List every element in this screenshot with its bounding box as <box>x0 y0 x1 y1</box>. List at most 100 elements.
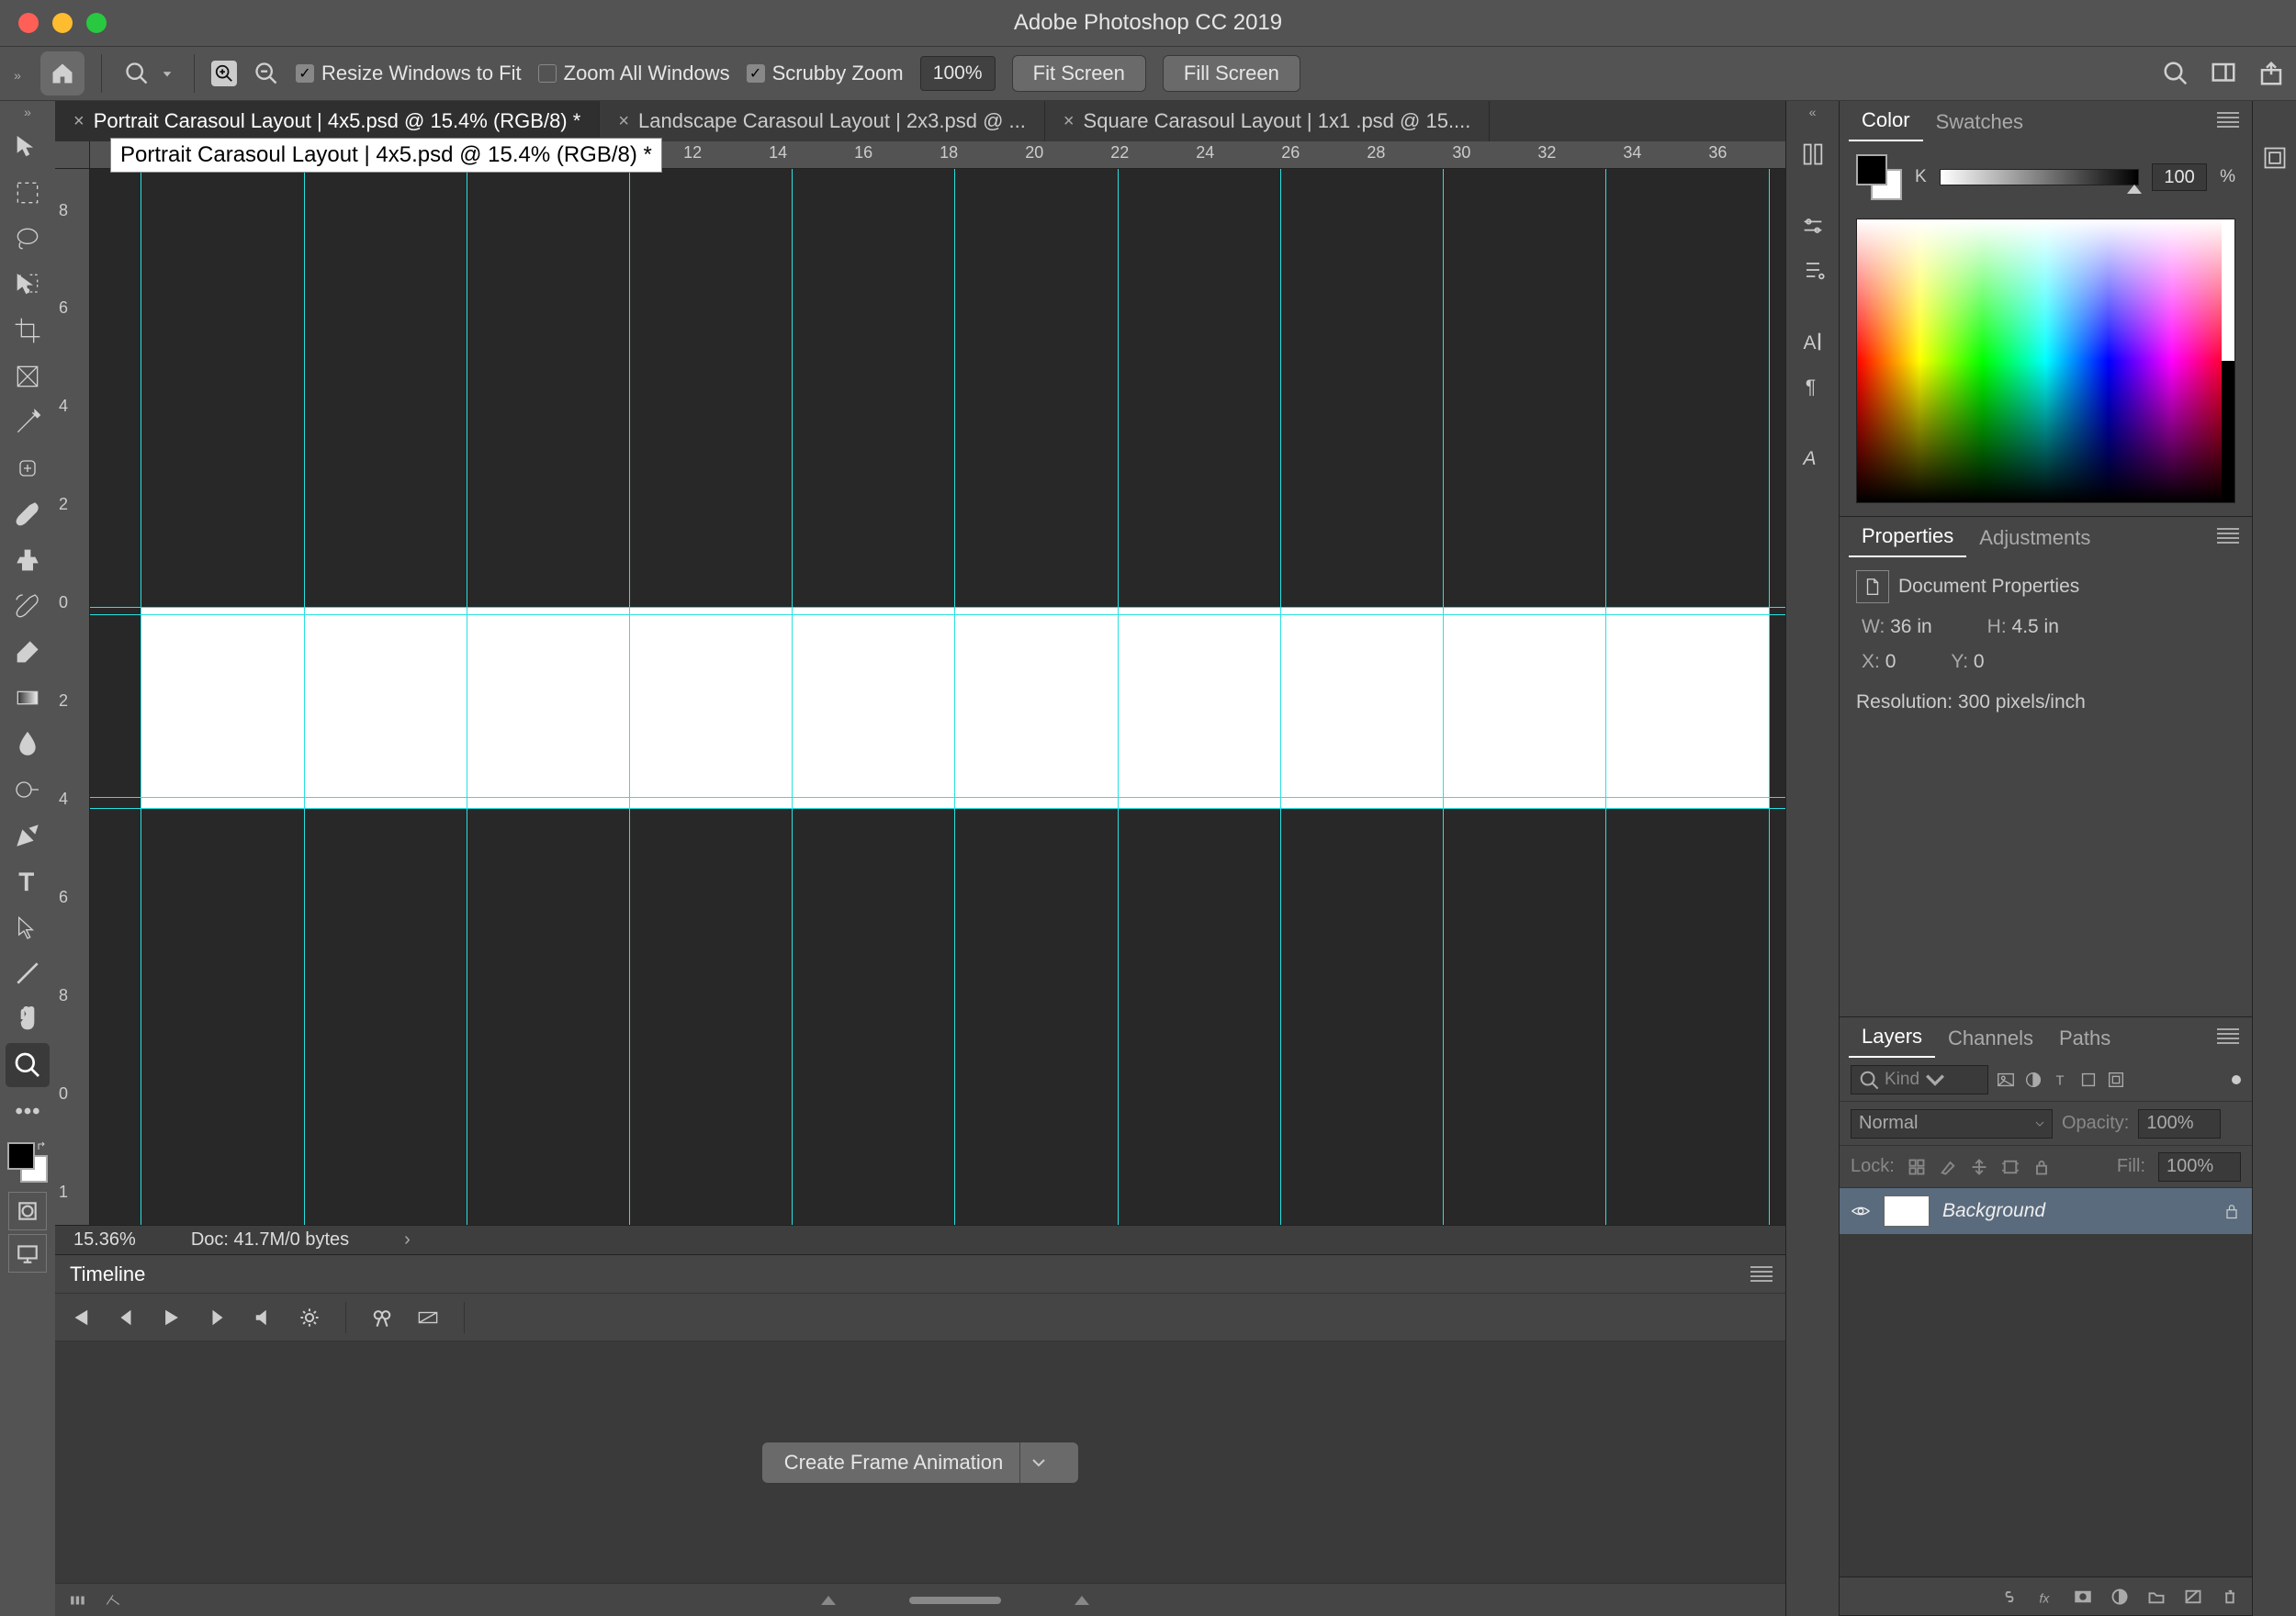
vertical-guide[interactable] <box>792 169 793 1225</box>
collapse-tools-icon[interactable]: » <box>24 105 31 123</box>
collapse-left-icon[interactable]: » <box>11 64 24 83</box>
gradient-tool[interactable] <box>6 676 50 720</box>
zoom-tool[interactable] <box>6 1043 50 1087</box>
filter-adjustment-icon[interactable] <box>2023 1070 2043 1090</box>
zoom-in-icon[interactable] <box>211 61 237 86</box>
status-doc-size[interactable]: Doc: 41.7M/0 bytes <box>191 1229 349 1251</box>
vertical-guide[interactable] <box>954 169 955 1225</box>
workspace-icon[interactable] <box>2210 60 2237 87</box>
frames-icon[interactable] <box>70 1592 86 1609</box>
eraser-tool[interactable] <box>6 630 50 674</box>
home-button[interactable] <box>40 51 84 95</box>
delete-layer-icon[interactable] <box>2221 1588 2239 1606</box>
edit-toolbar[interactable] <box>6 1089 50 1133</box>
lock-position-icon[interactable] <box>1970 1158 1988 1176</box>
libraries-panel-icon[interactable] <box>1793 134 1833 174</box>
lock-artboard-icon[interactable] <box>2001 1158 2020 1176</box>
type-tool[interactable]: T <box>6 859 50 903</box>
filter-smartobj-icon[interactable] <box>2106 1070 2126 1090</box>
create-frame-animation-button[interactable]: Create Frame Animation <box>762 1442 1078 1483</box>
vertical-guide[interactable] <box>1443 169 1444 1225</box>
document-tab-2[interactable]: × Landscape Carasoul Layout | 2x3.psd @ … <box>600 101 1045 141</box>
lock-icon[interactable] <box>2223 1202 2241 1220</box>
document-tab-3[interactable]: × Square Carasoul Layout | 1x1 .psd @ 15… <box>1045 101 1491 141</box>
quick-select-tool[interactable] <box>6 263 50 307</box>
fit-screen-button[interactable]: Fit Screen <box>1012 55 1146 92</box>
layers-tab[interactable]: Layers <box>1849 1017 1935 1058</box>
foreground-color-swatch[interactable] <box>7 1142 35 1170</box>
layer-thumbnail[interactable] <box>1884 1195 1930 1227</box>
new-layer-icon[interactable] <box>2184 1588 2202 1606</box>
adjustment-layer-icon[interactable] <box>2110 1588 2129 1606</box>
ruler-corner[interactable] <box>55 141 90 169</box>
maximize-icon[interactable] <box>86 13 107 33</box>
prev-frame-icon[interactable] <box>116 1307 136 1328</box>
clone-stamp-tool[interactable] <box>6 538 50 582</box>
color-fg-bg-swatch[interactable] <box>1856 154 1902 200</box>
eyedropper-tool[interactable] <box>6 400 50 444</box>
render-icon[interactable] <box>105 1592 121 1609</box>
dodge-tool[interactable] <box>6 768 50 812</box>
properties-tab[interactable]: Properties <box>1849 517 1966 557</box>
vertical-ruler[interactable]: 86420246801 <box>55 169 90 1225</box>
lock-pixels-icon[interactable] <box>1908 1158 1926 1176</box>
vertical-guide[interactable] <box>1605 169 1606 1225</box>
settings-icon[interactable] <box>299 1307 320 1328</box>
hand-tool[interactable] <box>6 997 50 1041</box>
layer-row[interactable]: Background <box>1840 1188 2252 1234</box>
character-panel-icon[interactable]: A <box>1793 321 1833 362</box>
share-icon[interactable] <box>2257 60 2285 87</box>
layer-filter-kind[interactable]: Kind <box>1851 1065 1988 1094</box>
zoom-all-checkbox[interactable]: Zoom All Windows <box>538 62 730 85</box>
quick-mask-mode[interactable] <box>8 1192 47 1230</box>
adjustments-panel-icon[interactable] <box>1793 206 1833 246</box>
canvas-area[interactable]: 12141618202224262830323436 86420246801 <box>55 141 1785 1225</box>
horizontal-guide[interactable] <box>90 607 1785 608</box>
lock-all-icon[interactable] <box>2032 1158 2051 1176</box>
opacity-input[interactable]: 100% <box>2138 1109 2221 1139</box>
horizontal-guide[interactable] <box>90 614 1785 615</box>
horizontal-guide[interactable] <box>90 797 1785 798</box>
vertical-guide[interactable] <box>1280 169 1281 1225</box>
foreground-background-colors[interactable] <box>6 1140 50 1184</box>
vertical-guide[interactable] <box>1769 169 1770 1225</box>
paragraph-panel-icon[interactable]: ¶ <box>1793 365 1833 406</box>
lasso-tool[interactable] <box>6 217 50 261</box>
blur-tool[interactable] <box>6 722 50 766</box>
screen-mode[interactable] <box>8 1234 47 1273</box>
horizontal-guide[interactable] <box>90 808 1785 809</box>
panel-menu-icon[interactable] <box>2217 112 2239 125</box>
search-icon[interactable] <box>2162 60 2189 87</box>
timeline-scroll[interactable] <box>140 1594 1771 1607</box>
vertical-guide[interactable] <box>629 169 630 1225</box>
frame-tool[interactable] <box>6 354 50 398</box>
paths-tab[interactable]: Paths <box>2046 1019 2123 1058</box>
filter-toggle[interactable] <box>2232 1075 2241 1084</box>
dropdown-icon[interactable] <box>163 67 172 80</box>
panel-menu-icon[interactable] <box>1750 1266 1773 1279</box>
mute-icon[interactable] <box>253 1307 274 1328</box>
filter-type-icon[interactable]: T <box>2051 1070 2071 1090</box>
marquee-tool[interactable] <box>6 171 50 215</box>
first-frame-icon[interactable] <box>70 1307 90 1328</box>
filter-image-icon[interactable] <box>1996 1070 2016 1090</box>
styles-panel-icon[interactable] <box>1793 250 1833 290</box>
line-tool[interactable] <box>6 951 50 995</box>
adjustments-tab[interactable]: Adjustments <box>1966 519 2103 557</box>
zoom-out-icon[interactable] <box>253 61 279 86</box>
blend-mode-dropdown[interactable]: Normal <box>1851 1109 2053 1139</box>
group-icon[interactable] <box>2147 1588 2166 1606</box>
move-tool[interactable] <box>6 125 50 169</box>
crop-tool[interactable] <box>6 309 50 353</box>
dropdown-icon[interactable] <box>1019 1442 1056 1483</box>
history-brush-tool[interactable] <box>6 584 50 628</box>
pen-tool[interactable] <box>6 814 50 858</box>
color-spectrum[interactable] <box>1856 219 2235 503</box>
healing-brush-tool[interactable] <box>6 446 50 490</box>
split-icon[interactable] <box>372 1307 392 1328</box>
vertical-guide[interactable] <box>304 169 305 1225</box>
canvas-stage[interactable] <box>90 169 1785 1225</box>
next-frame-icon[interactable] <box>208 1307 228 1328</box>
scrubby-zoom-checkbox[interactable]: ✓ Scrubby Zoom <box>747 62 904 85</box>
path-select-tool[interactable] <box>6 905 50 949</box>
